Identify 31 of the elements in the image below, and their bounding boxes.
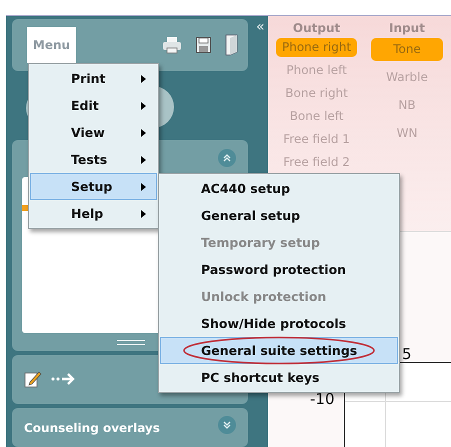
menu-item[interactable]: Password protection [160,256,398,283]
panel-title: Counseling overlays [24,421,160,436]
menu-item[interactable]: PC shortcut keys [160,364,398,391]
output-option[interactable]: Phone right [276,38,358,57]
edit-icon[interactable] [24,370,42,388]
menu-button[interactable]: Menu [27,27,76,63]
menu-item[interactable]: Help [30,200,157,227]
menu-item[interactable]: General suite settings [160,337,398,364]
menu-item[interactable]: Edit [30,92,157,119]
door-icon[interactable] [225,34,238,56]
column-heading: Output [292,21,340,35]
axis-tick-label: 5 [402,345,412,363]
double-chevron-up-icon [222,152,232,163]
column-heading: Input [389,21,425,35]
menu-item[interactable]: AC440 setup [160,175,398,202]
save-icon[interactable] [196,37,211,53]
double-chevron-down-icon [222,420,232,430]
menu-item[interactable]: Print [30,65,157,92]
input-option[interactable]: Tone [371,38,443,61]
collapse-up-button[interactable] [218,148,236,167]
forward-arrow-icon[interactable] [50,372,76,386]
menu-item[interactable]: General setup [160,202,398,229]
print-icon[interactable] [162,36,182,54]
collapse-panel-button[interactable]: « [256,19,265,35]
menu-item[interactable]: Setup [30,173,157,200]
menu-item[interactable]: View [30,119,157,146]
collapse-down-button[interactable] [218,416,236,434]
axis-tick-label: -10 [310,390,334,408]
resize-handle[interactable] [117,340,145,344]
menu-item[interactable]: Tests [30,146,157,173]
menu-item[interactable]: Show/Hide protocols [160,310,398,337]
